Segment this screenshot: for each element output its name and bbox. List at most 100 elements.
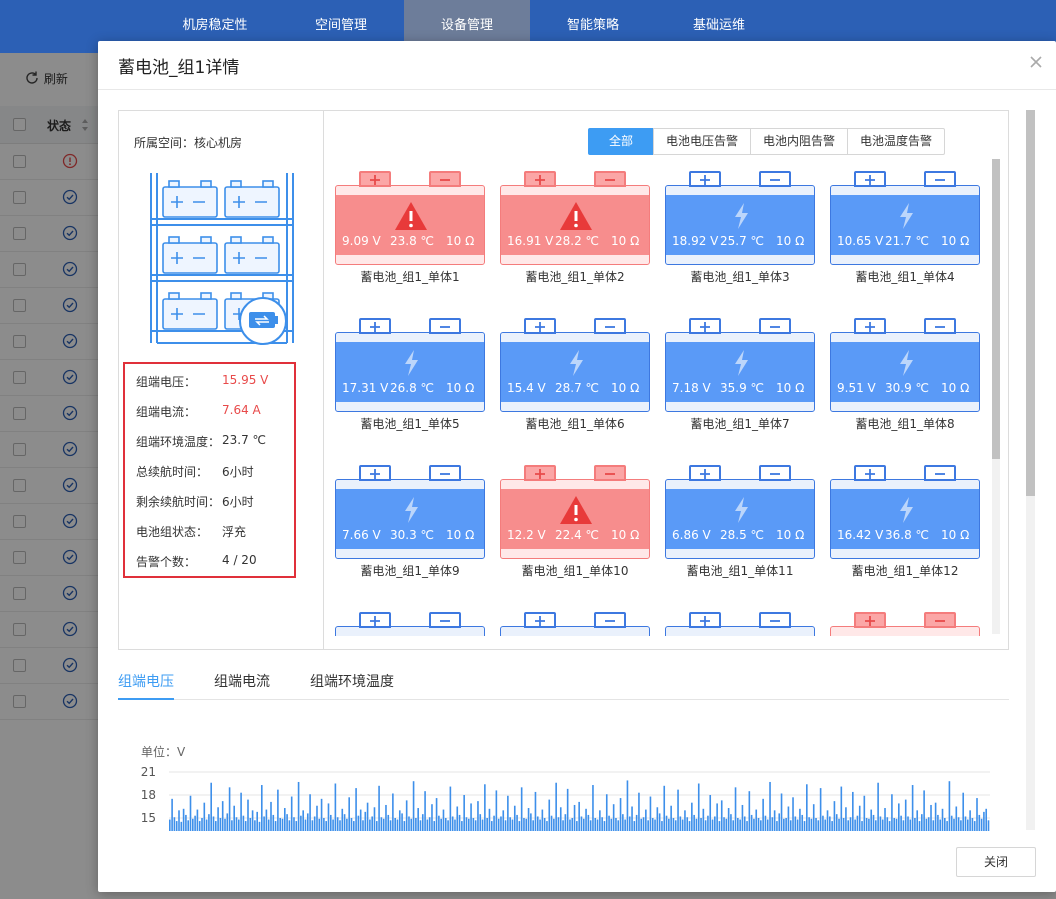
chart-bar [513,805,516,831]
battery-cell[interactable]: 9.09 V 23.8 ℃ 10 Ω 蓄电池_组1_单体1 [335,171,485,296]
cell-body: 7.66 V 30.3 ℃ 10 Ω [335,479,485,559]
positive-terminal [359,465,391,481]
filter-tab-voltage-alarm[interactable]: 电池电压告警 [653,128,752,155]
cell-voltage: 12.2 V [507,528,546,542]
info-value: 23.7 ℃ [222,433,267,447]
battery-cell[interactable]: 16.42 V 36.8 ℃ 10 Ω 蓄电池_组1_单体12 [830,465,980,590]
cell-band [336,255,484,264]
chart-bar [442,809,445,831]
chart-bar [362,820,364,831]
battery-cell[interactable] [500,612,650,636]
battery-cell[interactable]: 9.51 V 30.9 ℃ 10 Ω 蓄电池_组1_单体8 [830,318,980,443]
chart-bar [937,814,939,831]
chart-bar [904,799,907,831]
y-tick-label: 18 [141,788,156,802]
chart-bar [412,781,415,831]
battery-cell[interactable]: 15.4 V 28.7 ℃ 10 Ω 蓄电池_组1_单体6 [500,318,650,443]
filter-tab-temperature-alarm[interactable]: 电池温度告警 [847,128,946,155]
chart-bar [812,804,815,831]
chart-bar [518,821,521,831]
modal-scrollbar[interactable] [1026,110,1035,830]
chart-bar [911,785,914,831]
close-icon[interactable] [1028,54,1044,70]
chart-bar [881,819,884,831]
chart-bar [697,783,700,831]
chart-tab-voltage[interactable]: 组端电压 [118,671,174,700]
chart-bar [957,817,960,831]
chart-bar [741,804,744,831]
battery-cell[interactable] [335,612,485,636]
chart-bar [918,821,921,831]
chart-bar [509,817,511,831]
chart-bar [684,810,686,831]
minus-icon [935,326,945,328]
battery-cell[interactable] [665,612,815,636]
cell-body: 18.92 V 25.7 ℃ 10 Ω [665,185,815,265]
chart-bar [771,817,774,831]
chart-bar [226,813,229,831]
chart-bar [242,815,245,831]
chart-bar [737,818,739,831]
chart-bar [212,816,215,831]
chart-bar [306,813,309,831]
chart-bar [182,808,185,831]
cell-body: 9.51 V 30.9 ℃ 10 Ω [830,332,980,412]
battery-cell[interactable]: 18.92 V 25.7 ℃ 10 Ω 蓄电池_组1_单体3 [665,171,815,296]
chart-bar [973,821,976,831]
chart-bar [350,818,353,831]
chart-bar [831,821,833,831]
chart-bar [194,815,196,831]
cell-body: 10.65 V 21.7 ℃ 10 Ω [830,185,980,265]
chart-bar [467,818,470,831]
chart-bar [210,782,212,831]
battery-cell[interactable]: 17.31 V 26.8 ℃ 10 Ω 蓄电池_组1_单体5 [335,318,485,443]
chart-bar [884,808,886,831]
cell-band [501,402,649,411]
battery-cell[interactable]: 16.91 V 28.2 ℃ 10 Ω 蓄电池_组1_单体2 [500,171,650,296]
chart-bar [392,793,394,831]
cell-voltage: 15.4 V [507,381,546,395]
chart-bar [599,810,601,831]
cell-grid-scrollbar[interactable] [992,159,1000,634]
negative-terminal [594,612,626,628]
chart-bar [826,810,829,831]
warning-icon [395,202,427,230]
battery-cell[interactable] [830,612,980,636]
chart-tab-temperature[interactable]: 组端环境温度 [310,671,394,698]
cell-voltage: 16.91 V [507,234,554,248]
battery-cell[interactable]: 12.2 V 22.4 ℃ 10 Ω 蓄电池_组1_单体10 [500,465,650,590]
positive-terminal [359,171,391,187]
filter-tab-all[interactable]: 全部 [588,128,654,155]
chart-bar [677,789,679,831]
cell-band [336,402,484,411]
chart-bar [656,807,659,831]
close-button[interactable]: 关闭 [956,847,1036,877]
chart-tab-current[interactable]: 组端电流 [214,671,270,698]
cell-voltage: 7.66 V [342,528,381,542]
chart-bar [822,815,824,831]
lightning-icon [900,203,913,229]
chart-bar [189,795,192,831]
battery-cell[interactable]: 7.18 V 35.9 ℃ 10 Ω 蓄电池_组1_单体7 [665,318,815,443]
chart-bar [783,818,785,831]
chart-bar [645,809,647,831]
battery-cell[interactable]: 10.65 V 21.7 ℃ 10 Ω 蓄电池_组1_单体4 [830,171,980,296]
negative-terminal [759,465,791,481]
cell-voltage: 18.92 V [672,234,719,248]
chart-bar [511,819,514,831]
chart-bar [371,816,373,831]
cell-band [831,549,979,558]
chart-bar [716,803,718,831]
scrollbar-thumb[interactable] [992,159,1000,459]
battery-cell[interactable]: 6.86 V 28.5 ℃ 10 Ω 蓄电池_组1_单体11 [665,465,815,590]
cell-band [666,549,814,558]
chart-bar [709,795,712,831]
plus-icon [370,175,380,185]
cell-resistance: 10 Ω [776,381,805,395]
chart-bar [419,820,422,831]
chart-bar [272,814,275,831]
battery-cell[interactable]: 7.66 V 30.3 ℃ 10 Ω 蓄电池_组1_单体9 [335,465,485,590]
scrollbar-thumb[interactable] [1026,110,1035,496]
filter-tab-resistance-alarm[interactable]: 电池内阻告警 [750,128,849,155]
chart-bar [286,814,288,831]
